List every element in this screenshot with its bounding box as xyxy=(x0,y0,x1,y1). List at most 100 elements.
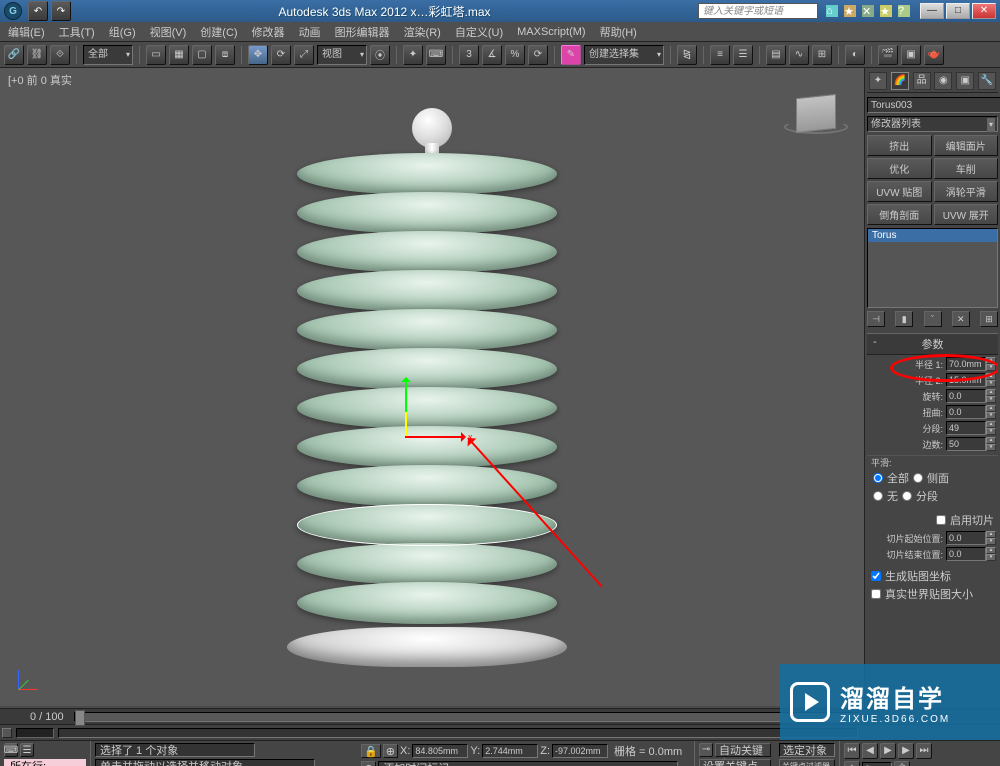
script-listener-label[interactable]: 所在行: xyxy=(4,759,86,766)
smooth-all-radio[interactable] xyxy=(873,473,883,483)
autokey-button[interactable]: 自动关键点 xyxy=(715,743,771,757)
spin-down-icon[interactable]: ▾ xyxy=(986,364,996,371)
pivot-icon[interactable]: ⦿ xyxy=(370,45,390,65)
help-search-input[interactable]: 键入关键字或短语 xyxy=(698,3,818,19)
menu-help[interactable]: 帮助(H) xyxy=(600,24,637,40)
real-world-checkbox[interactable] xyxy=(871,589,881,599)
snap-icon[interactable]: 3 xyxy=(459,45,479,65)
trackbar-toggle-icon[interactable] xyxy=(2,728,12,738)
transform-typein-icon[interactable]: ⊕ xyxy=(383,744,398,758)
named-selection-dropdown[interactable]: 创建选择集 xyxy=(584,45,664,65)
slice-from-input[interactable] xyxy=(946,531,986,545)
trackbar-track[interactable] xyxy=(58,728,858,738)
mod-turbosmooth-button[interactable]: 涡轮平滑 xyxy=(934,181,999,202)
goto-end-icon[interactable]: ⏭ xyxy=(916,743,932,759)
signin-icon[interactable]: ★ xyxy=(844,5,856,17)
minimize-button[interactable]: — xyxy=(920,3,944,19)
link-icon[interactable]: 🔗 xyxy=(4,45,24,65)
tab-display-icon[interactable]: ▣ xyxy=(956,72,974,90)
mod-editpatch-button[interactable]: 编辑面片 xyxy=(934,135,999,156)
viewport-label[interactable]: [+0 前 0 真实 xyxy=(8,72,72,88)
gizmo-x-axis-icon[interactable] xyxy=(405,436,465,438)
smooth-sides-radio[interactable] xyxy=(913,473,923,483)
select-icon[interactable]: ▭ xyxy=(146,45,166,65)
select-name-icon[interactable]: ▦ xyxy=(169,45,189,65)
schematic-icon[interactable]: ⊞ xyxy=(812,45,832,65)
selection-filter-dropdown[interactable]: 全部 xyxy=(83,45,133,65)
add-time-tag[interactable]: 添加时间标记 xyxy=(378,761,678,766)
segments-input[interactable] xyxy=(946,421,986,435)
keyboard-icon[interactable]: ⌨ xyxy=(426,45,446,65)
layers-icon[interactable]: ☰ xyxy=(733,45,753,65)
menu-customize[interactable]: 自定义(U) xyxy=(455,24,503,40)
render-frame-icon[interactable]: ▣ xyxy=(901,45,921,65)
mod-uvwunwrap-button[interactable]: UVW 展开 xyxy=(934,204,999,225)
close-button[interactable]: ✕ xyxy=(972,3,996,19)
menu-maxscript[interactable]: MAXScript(M) xyxy=(517,26,585,38)
tab-hierarchy-icon[interactable]: 品 xyxy=(913,72,931,90)
spinner-snap-icon[interactable]: ⟳ xyxy=(528,45,548,65)
rect-select-icon[interactable]: ▢ xyxy=(192,45,212,65)
modifier-list-dropdown[interactable]: 修改器列表 xyxy=(867,116,998,132)
mod-bevelprofile-button[interactable]: 倒角剖面 xyxy=(867,204,932,225)
menu-graph[interactable]: 图形编辑器 xyxy=(335,24,390,40)
bind-icon[interactable]: ⟐ xyxy=(50,45,70,65)
tab-create-icon[interactable]: ✦ xyxy=(869,72,887,90)
trackbar-range[interactable] xyxy=(16,728,54,738)
viewcube-ring[interactable] xyxy=(784,120,848,134)
align-icon[interactable]: ≡ xyxy=(710,45,730,65)
move-icon[interactable]: ✥ xyxy=(248,45,268,65)
spin-up-icon[interactable]: ▴ xyxy=(986,357,996,364)
percent-snap-icon[interactable]: % xyxy=(505,45,525,65)
pin-stack-icon[interactable]: ⊣ xyxy=(867,311,885,327)
next-frame-icon[interactable]: ▶ xyxy=(898,743,914,759)
menu-animation[interactable]: 动画 xyxy=(299,24,321,40)
coord-x-input[interactable] xyxy=(412,744,468,758)
coord-z-input[interactable] xyxy=(552,744,608,758)
angle-snap-icon[interactable]: ∡ xyxy=(482,45,502,65)
rollout-parameters-header[interactable]: -参数 xyxy=(867,333,998,355)
menu-modifiers[interactable]: 修改器 xyxy=(252,24,285,40)
menu-view[interactable]: 视图(V) xyxy=(150,24,187,40)
graphite-icon[interactable]: ▤ xyxy=(766,45,786,65)
menu-create[interactable]: 创建(C) xyxy=(200,24,237,40)
viewport[interactable]: x xyxy=(0,68,864,706)
rotation-input[interactable] xyxy=(946,389,986,403)
tab-utilities-icon[interactable]: 🔧 xyxy=(978,72,996,90)
key-mode-dropdown[interactable]: 选定对象 xyxy=(779,743,835,757)
mod-uvwmap-button[interactable]: UVW 贴图 xyxy=(867,181,932,202)
menu-group[interactable]: 组(G) xyxy=(109,24,136,40)
render-icon[interactable]: 🫖 xyxy=(924,45,944,65)
rotate-icon[interactable]: ⟳ xyxy=(271,45,291,65)
remove-mod-icon[interactable]: ✕ xyxy=(952,311,970,327)
time-config-icon[interactable]: ⏱ xyxy=(894,761,910,766)
menu-tools[interactable]: 工具(T) xyxy=(59,24,95,40)
configure-icon[interactable]: ⊞ xyxy=(980,311,998,327)
ref-coord-dropdown[interactable]: 视图 xyxy=(317,45,367,65)
key-button-icon[interactable]: ⊸ xyxy=(699,743,713,757)
mod-optimize-button[interactable]: 优化 xyxy=(867,158,932,179)
material-editor-icon[interactable]: ◐ xyxy=(845,45,865,65)
object-name-input[interactable] xyxy=(867,97,1000,113)
manipulate-icon[interactable]: ✦ xyxy=(403,45,423,65)
home-icon[interactable]: ⌂ xyxy=(826,5,838,17)
window-crossing-icon[interactable]: ⧈ xyxy=(215,45,235,65)
tab-modify-icon[interactable]: 🌈 xyxy=(891,72,909,90)
menu-render[interactable]: 渲染(R) xyxy=(404,24,441,40)
listener-icon[interactable]: ☰ xyxy=(20,743,34,757)
modifier-stack[interactable]: Torus xyxy=(867,228,998,308)
named-sel-edit-icon[interactable]: ✎ xyxy=(561,45,581,65)
mod-extrude-button[interactable]: 挤出 xyxy=(867,135,932,156)
redo-icon[interactable]: ↷ xyxy=(51,1,71,21)
help-icon[interactable]: ? xyxy=(898,5,910,17)
show-end-icon[interactable]: ▮ xyxy=(895,311,913,327)
smooth-segs-radio[interactable] xyxy=(902,491,912,501)
time-tag-icon[interactable]: ⊘ xyxy=(361,761,376,766)
unique-icon[interactable]: ˇ xyxy=(924,311,942,327)
time-slider-playhead[interactable] xyxy=(75,710,85,726)
key-mode-icon[interactable]: ◈ xyxy=(844,761,860,766)
script-mini-icon[interactable]: ⌨ xyxy=(4,743,18,757)
undo-icon[interactable]: ↶ xyxy=(28,1,48,21)
enable-slice-checkbox[interactable] xyxy=(936,515,946,525)
gen-mapping-checkbox[interactable] xyxy=(871,571,881,581)
